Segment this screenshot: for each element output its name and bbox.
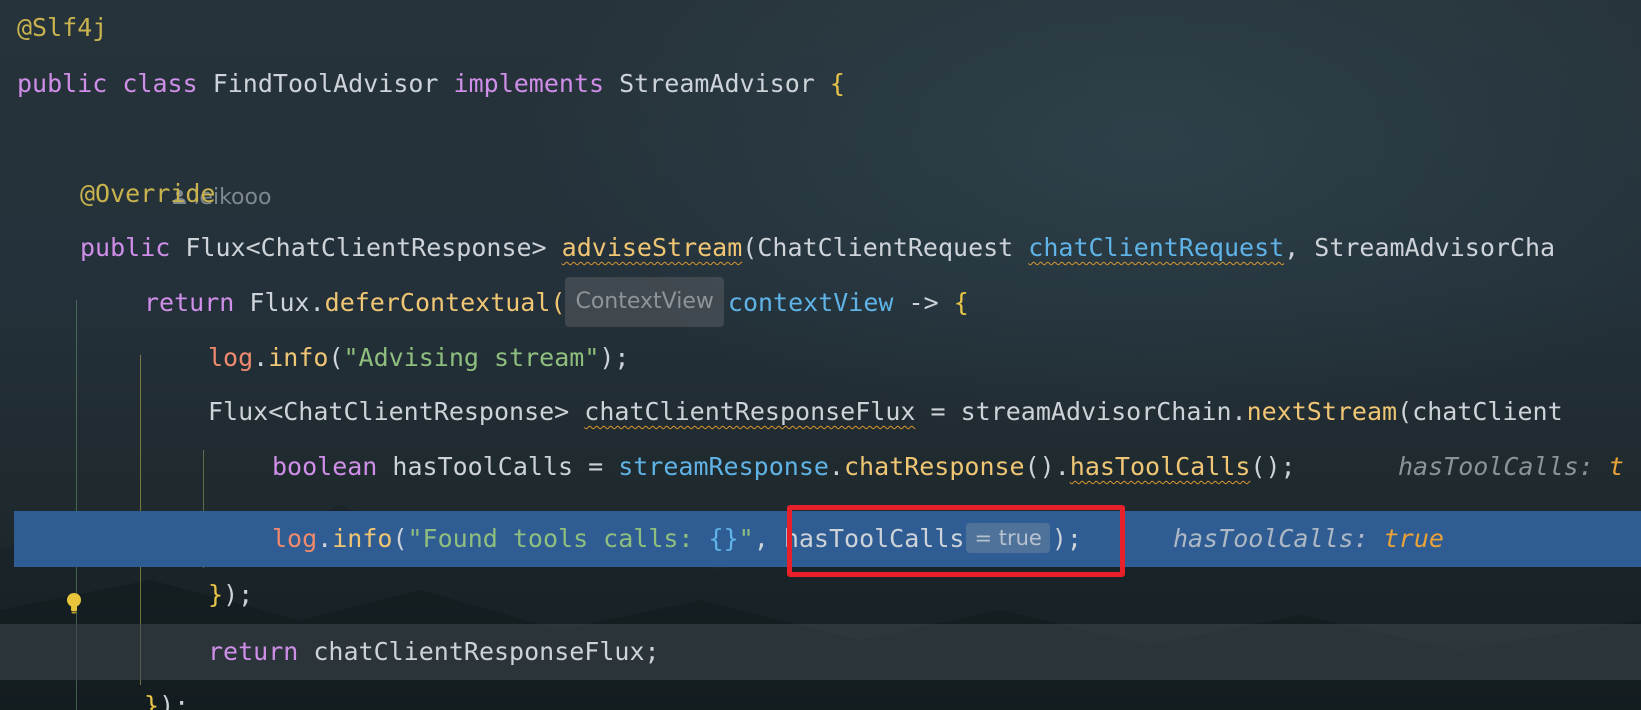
variable-declaration: Flux<ChatClientResponse> chatClientRespo… [208,384,1563,440]
close-paren: ); [599,343,630,372]
assignment: = [573,452,619,481]
code-editor[interactable]: @Slf4j public class FindToolAdvisor impl… [0,0,1641,710]
method-call: info [332,524,393,553]
close-brace: } [208,580,224,609]
current-caret-line[interactable]: return chatClientResponseFlux; [0,624,1641,680]
open-paren: ( [392,524,408,553]
open-paren: ( [550,288,566,317]
variable-name: hasToolCalls [392,452,574,481]
code-line[interactable]: public Flux<ChatClientResponse> adviseSt… [0,220,1641,276]
method-call: chatResponse [843,452,1025,481]
variable-name: chatClientResponseFlux [584,397,916,426]
string-literal: "Found tools calls: [407,524,709,553]
debug-value-hint: hasToolCalls: true [1173,511,1444,567]
code-line[interactable]: return Flux.deferContextual(ContextView c… [0,275,1641,331]
string-literal: "Advising stream" [343,343,600,372]
dot: . [253,343,269,372]
debug-inline-value[interactable]: = true [966,523,1050,553]
separator: , [1284,233,1315,262]
annotation-slf4j: @Slf4j [17,13,108,42]
debug-execution-line[interactable]: log.info("Found tools calls: {}", hasToo… [14,511,1641,567]
class-name: FindToolAdvisor [212,69,439,98]
debug-hint-label: hasToolCalls: [1173,524,1369,553]
object-ref: Flux. [249,288,325,317]
format-placeholder: {} [708,524,739,553]
interface-name: StreamAdvisor [619,69,815,98]
keyword-return: return [208,637,299,666]
method-call: info [268,343,329,372]
keyword-boolean: boolean [272,452,378,481]
method-name: adviseStream [561,233,743,262]
close-paren: ); [159,691,190,710]
lambda-close: }); [208,567,253,623]
code-line[interactable]: boolean hasToolCalls = streamResponse.ch… [0,439,1641,495]
param-type: ChatClientRequest [757,233,1014,262]
code-line[interactable]: @Override [0,166,1641,222]
method-call: nextStream [1246,397,1398,426]
method-call: hasToolCalls [1069,452,1251,481]
parameter-type-inlay-hint[interactable]: ContextView [565,277,724,327]
return-statement: return chatClientResponseFlux; [208,624,660,680]
type-name: Flux<ChatClientResponse> [208,397,570,426]
comma: , [753,524,769,553]
string-quote: " [738,524,754,553]
call-args: (chatClient [1397,397,1563,426]
dot: . [317,524,333,553]
open-brace: { [953,288,969,317]
debug-hint-value: true [1383,524,1444,553]
intention-lightbulb-icon[interactable] [64,592,84,614]
open-paren: ( [328,343,344,372]
code-line[interactable]: Flux<ChatClientResponse> chatClientRespo… [0,384,1641,440]
keyword-return: return [144,288,235,317]
return-statement: return Flux.deferContextual(ContextView c… [144,275,969,331]
code-line[interactable]: log.info("Advising stream"); [0,330,1641,386]
close-brace: } [144,691,160,710]
keyword-implements: implements [453,69,605,98]
annotation-override: @Override [80,179,216,208]
class-declaration: public class FindToolAdvisor implements … [17,56,845,112]
keyword-class: class [122,69,198,98]
lambda-param: contextView [727,288,894,317]
return-type: Flux<ChatClientResponse> [185,233,547,262]
log-field: log [272,524,318,553]
code-vision-author[interactable]: leikooo [0,112,1641,210]
dot: . [828,452,844,481]
open-brace: { [829,69,845,98]
log-statement: log.info("Found tools calls: {}", hasToo… [272,511,1082,567]
argument: hasToolCalls [783,524,965,553]
close-paren: ); [223,580,254,609]
keyword-public: public [80,233,171,262]
method-call: deferContextual [324,288,551,317]
return-value: chatClientResponseFlux; [313,637,660,666]
lambda-param-ref: streamResponse [618,452,829,481]
log-statement: log.info("Advising stream"); [208,330,629,386]
code-line[interactable]: }); [0,567,1641,623]
method-signature: public Flux<ChatClientResponse> adviseSt… [80,220,1555,276]
lambda-close: }); [144,678,189,710]
assignment: = streamAdvisorChain. [915,397,1247,426]
code-line[interactable]: @Slf4j [0,0,1641,56]
param-name: chatClientRequest [1028,233,1285,262]
code-line[interactable]: public class FindToolAdvisor implements … [0,56,1641,112]
log-field: log [208,343,254,372]
debug-hint-label: hasToolCalls: [1398,452,1594,481]
code-line[interactable]: }); [0,678,1641,710]
debug-hint-value: t [1608,452,1624,481]
close-paren: ); [1051,524,1082,553]
call-end: (); [1250,452,1296,481]
boolean-declaration: boolean hasToolCalls = streamResponse.ch… [272,439,1296,495]
param-type: StreamAdvisorCha [1314,233,1556,262]
call-parens: (). [1024,452,1070,481]
debug-value-hint: hasToolCalls: t [1398,439,1624,495]
open-paren: ( [742,233,758,262]
keyword-public: public [17,69,108,98]
arrow: -> [893,288,954,317]
